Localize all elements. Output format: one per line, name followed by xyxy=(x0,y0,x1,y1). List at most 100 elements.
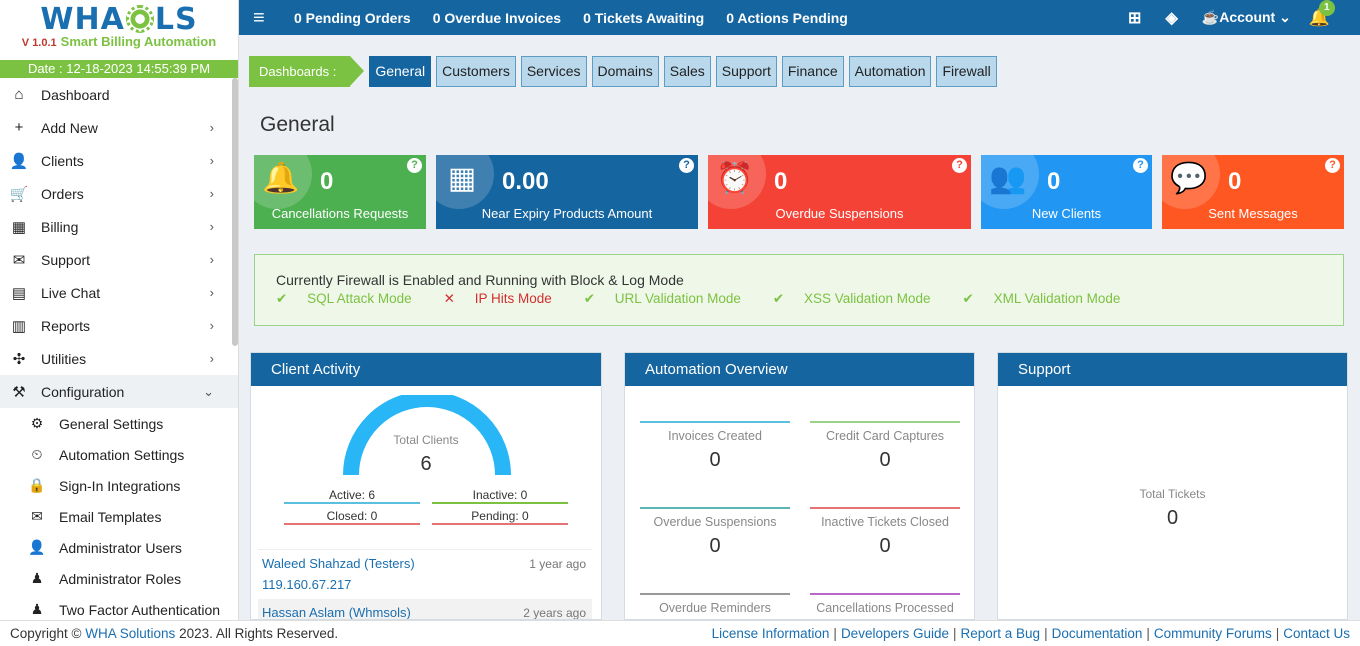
sidebar-item-orders[interactable]: 🛒 Orders › xyxy=(0,177,238,210)
actions-pending-link[interactable]: 0 Actions Pending xyxy=(726,10,848,26)
notifications-button[interactable]: 🔔 1 xyxy=(1309,0,1335,28)
submenu-item-label: Administrator Users xyxy=(59,539,182,556)
tab-sales[interactable]: Sales xyxy=(663,56,711,87)
logo-text-left: WHA xyxy=(40,2,125,37)
sent-messages-card[interactable]: 💬 0 Sent Messages ? xyxy=(1162,155,1344,229)
submenu-item-administrator-users[interactable]: 👤 Administrator Users xyxy=(0,532,238,563)
sidebar-menu: ⌂ Dashboard + Add New › 👤 Clients › 🛒 Orders › … xyxy=(0,78,238,408)
activity-item[interactable]: Hassan Aslam (Whmsols) 2 years ago xyxy=(258,599,592,620)
layers-icon[interactable]: ◈ xyxy=(1165,8,1177,28)
submenu-item-administrator-roles[interactable]: ♟ Administrator Roles xyxy=(0,563,238,594)
chevron-right-icon: › xyxy=(209,318,214,333)
lock-icon: 🔒 xyxy=(28,477,46,493)
card-value: 0 xyxy=(774,168,788,195)
total-tickets-value: 0 xyxy=(1166,507,1179,529)
logo-text-right: LS xyxy=(154,2,198,37)
help-icon[interactable]: ? xyxy=(952,158,967,173)
firewall-mode-xml: ✔ XML Validation Mode xyxy=(962,291,1121,306)
apps-grid-icon[interactable]: ⊞ xyxy=(1128,8,1141,28)
chevron-down-icon: ⌄ xyxy=(1279,9,1291,25)
chat-icon: ▤ xyxy=(11,284,27,302)
sidebar-item-live-chat[interactable]: ▤ Live Chat › xyxy=(0,276,238,309)
configuration-submenu: ⚙ General Settings ⏲ Automation Settings 🔒… xyxy=(0,408,238,620)
dashboards-label: Dashboards : xyxy=(249,56,365,87)
tab-automation[interactable]: Automation xyxy=(848,56,932,87)
page-title: General xyxy=(260,113,335,136)
sidebar-item-label: Utilities xyxy=(41,350,87,367)
sidebar-item-clients[interactable]: 👤 Clients › xyxy=(0,144,238,177)
automation-inactive-tickets-closed: Inactive Tickets Closed 0 xyxy=(810,507,960,558)
sidebar: WHA LS V 1.0.1 Smart Billing Automation Da… xyxy=(0,0,239,620)
top-bar: ≡ 0 Pending Orders 0 Overdue Invoices 0 … xyxy=(239,0,1360,35)
shield-icon: ♟ xyxy=(30,601,44,617)
chevron-down-icon: ⌄ xyxy=(203,383,214,399)
overdue-suspensions-card[interactable]: ⏰ 0 Overdue Suspensions ? xyxy=(708,155,971,229)
sidebar-item-reports[interactable]: ▥ Reports › xyxy=(0,309,238,342)
envelope-icon: ✉ xyxy=(31,508,43,524)
pending-count: Pending: 0 xyxy=(432,509,568,525)
submenu-item-automation-settings[interactable]: ⏲ Automation Settings xyxy=(0,439,238,470)
message-icon: 💬 xyxy=(1170,162,1208,195)
near-expiry-card[interactable]: ▦ 0.00 Near Expiry Products Amount ? xyxy=(436,155,698,229)
gear-icon: ⚙ xyxy=(30,415,44,431)
documentation-link[interactable]: Documentation xyxy=(1052,626,1143,641)
overdue-invoices-link[interactable]: 0 Overdue Invoices xyxy=(433,10,561,26)
check-icon: ✔ xyxy=(772,291,788,306)
sidebar-item-add-new[interactable]: + Add New › xyxy=(0,111,238,144)
tab-customers[interactable]: Customers xyxy=(436,56,516,87)
report-bug-link[interactable]: Report a Bug xyxy=(961,626,1041,641)
company-link[interactable]: WHA Solutions xyxy=(85,626,175,641)
card-value: 0 xyxy=(1047,168,1061,195)
sidebar-scrollbar[interactable] xyxy=(232,78,238,346)
activity-item[interactable]: Waleed Shahzad (Testers) 1 year ago 119.… xyxy=(258,549,592,598)
license-information-link[interactable]: License Information xyxy=(712,626,830,641)
check-icon: ✔ xyxy=(962,291,978,306)
sidebar-item-billing[interactable]: ▦ Billing › xyxy=(0,210,238,243)
sidebar-item-utilities[interactable]: ✣ Utilities › xyxy=(0,342,238,375)
activity-ip[interactable]: 119.160.67.217 xyxy=(262,577,588,592)
tab-domains[interactable]: Domains xyxy=(591,56,659,87)
tab-general[interactable]: General xyxy=(369,56,432,87)
user-icon: 👤 xyxy=(28,539,46,555)
submenu-item-email-templates[interactable]: ✉ Email Templates xyxy=(0,501,238,532)
pending-orders-link[interactable]: 0 Pending Orders xyxy=(294,10,411,26)
panel-title: Client Activity xyxy=(251,353,601,386)
chevron-right-icon: › xyxy=(209,153,214,168)
submenu-item-two-factor[interactable]: ♟ Two Factor Authentication xyxy=(0,594,238,620)
chevron-right-icon: › xyxy=(209,252,214,267)
automation-invoices-created: Invoices Created 0 xyxy=(640,421,790,472)
activity-time: 2 years ago xyxy=(523,606,586,620)
closed-count: Closed: 0 xyxy=(284,509,420,525)
new-clients-card[interactable]: 👥 0 New Clients ? xyxy=(981,155,1152,229)
card-label: Overdue Suspensions xyxy=(775,206,904,221)
contact-us-link[interactable]: Contact Us xyxy=(1283,626,1350,641)
bell-x-icon: 🔔 xyxy=(262,162,300,195)
hamburger-menu-icon[interactable]: ≡ xyxy=(253,8,271,28)
logo[interactable]: WHA LS V 1.0.1 Smart Billing Automation xyxy=(0,0,238,60)
help-icon[interactable]: ? xyxy=(679,158,694,173)
tab-services[interactable]: Services xyxy=(520,56,587,87)
help-icon[interactable]: ? xyxy=(407,158,422,173)
sidebar-item-label: Add New xyxy=(41,119,98,136)
sidebar-item-dashboard[interactable]: ⌂ Dashboard xyxy=(0,78,238,111)
sidebar-item-label: Support xyxy=(41,251,91,268)
card-label: Near Expiry Products Amount xyxy=(481,206,653,221)
sidebar-item-configuration[interactable]: ⚒ Configuration ⌄ xyxy=(0,375,238,408)
tickets-awaiting-link[interactable]: 0 Tickets Awaiting xyxy=(583,10,704,26)
tab-support[interactable]: Support xyxy=(715,56,777,87)
help-icon[interactable]: ? xyxy=(1325,158,1340,173)
submenu-item-sign-in-integrations[interactable]: 🔒 Sign-In Integrations xyxy=(0,470,238,501)
cancellations-card[interactable]: 🔔 0 Cancellations Requests ? xyxy=(254,155,426,229)
sidebar-item-support[interactable]: ✉ Support › xyxy=(0,243,238,276)
submenu-item-general-settings[interactable]: ⚙ General Settings xyxy=(0,408,238,439)
notification-badge: 1 xyxy=(1318,0,1335,16)
submenu-item-label: Sign-In Integrations xyxy=(59,477,181,494)
community-forums-link[interactable]: Community Forums xyxy=(1154,626,1272,641)
submenu-item-label: Email Templates xyxy=(59,508,162,525)
developers-guide-link[interactable]: Developers Guide xyxy=(841,626,949,641)
account-menu[interactable]: ☕Account ⌄ xyxy=(1202,9,1291,26)
footer: Copyright © WHA Solutions 2023. All Righ… xyxy=(0,620,1360,646)
help-icon[interactable]: ? xyxy=(1133,158,1148,173)
tab-finance[interactable]: Finance xyxy=(781,56,844,87)
tab-firewall[interactable]: Firewall xyxy=(936,56,997,87)
